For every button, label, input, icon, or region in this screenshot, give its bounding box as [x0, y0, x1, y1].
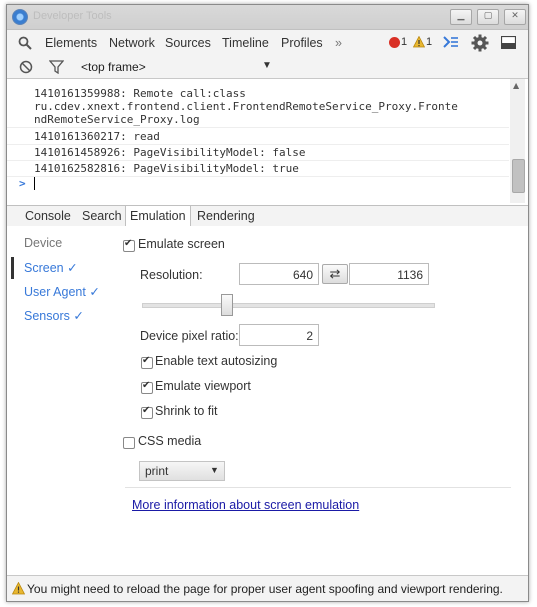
sidebar-item-sensors[interactable]: Sensors ✓	[24, 308, 84, 323]
device-pixel-ratio-input[interactable]: 2	[239, 324, 319, 346]
sidebar-item-screen[interactable]: Screen ✓	[24, 260, 78, 275]
tab-elements[interactable]: Elements	[45, 36, 97, 50]
console-input[interactable]	[34, 177, 35, 190]
resolution-slider-track[interactable]	[142, 303, 435, 308]
tab-timeline[interactable]: Timeline	[222, 36, 269, 50]
frame-selector[interactable]: <top frame>	[81, 60, 146, 74]
css-media-checkbox[interactable]	[123, 437, 135, 449]
resolution-label: Resolution:	[140, 268, 203, 282]
divider	[7, 160, 509, 161]
gear-icon[interactable]	[471, 34, 489, 52]
search-icon[interactable]	[18, 36, 32, 50]
emulate-screen-label: Emulate screen	[138, 237, 225, 251]
console-message: 1410162582816: PageVisibilityModel: true	[34, 162, 299, 175]
sidebar-selection-marker	[11, 257, 14, 279]
drawer-tab-emulation[interactable]: Emulation	[125, 206, 191, 226]
drawer-tabs: Console Search Emulation Rendering	[7, 205, 528, 227]
error-icon	[389, 37, 400, 48]
warning-icon	[413, 36, 425, 48]
status-message: You might need to reload the page for pr…	[27, 582, 503, 596]
console-output: 1410161359988: Remote call:class ru.cdev…	[7, 79, 528, 204]
console-prompt-icon: >	[19, 177, 26, 190]
sidebar-item-device[interactable]: Device	[24, 236, 62, 250]
css-media-select[interactable]: print ▼	[139, 461, 225, 481]
close-button[interactable]: ✕	[504, 9, 526, 25]
resolution-height-input[interactable]: 1136	[349, 263, 429, 285]
maximize-button[interactable]: ▢	[477, 9, 499, 25]
css-media-label: CSS media	[138, 434, 202, 448]
main-toolbar: Elements Network Sources Timeline Profil…	[7, 30, 528, 57]
console-message: 1410161359988: Remote call:class	[34, 87, 246, 100]
status-bar: You might need to reload the page for pr…	[7, 575, 528, 601]
emulate-viewport-label: Emulate viewport	[155, 379, 251, 393]
scrollbar-thumb[interactable]	[512, 159, 525, 193]
drawer-tab-rendering[interactable]: Rendering	[197, 206, 255, 226]
divider	[7, 176, 509, 177]
css-media-selected: print	[145, 464, 169, 478]
warning-count[interactable]: 1	[426, 36, 432, 48]
sidebar-item-user-agent[interactable]: User Agent ✓	[24, 284, 100, 299]
chevron-down-icon[interactable]: ▼	[262, 60, 272, 71]
maximize-icon: ▢	[483, 11, 493, 21]
minimize-icon: ▁	[457, 11, 465, 21]
console-message: ru.cdev.xnext.frontend.client.FrontendRe…	[34, 100, 458, 113]
text-autosizing-checkbox[interactable]	[141, 355, 153, 369]
console-message: ndRemoteService_Proxy.log	[34, 113, 200, 126]
tab-network[interactable]: Network	[109, 36, 155, 50]
chrome-icon	[12, 9, 28, 25]
emulation-panel: Device Screen ✓ User Agent ✓ Sensors ✓ E…	[7, 226, 528, 574]
devtools-window: Developer Tools ▁ ▢ ✕ Elements Network S…	[6, 4, 529, 602]
emulate-viewport-checkbox[interactable]	[141, 380, 153, 394]
drawer-tab-search[interactable]: Search	[82, 206, 122, 226]
drawer-tab-console[interactable]: Console	[25, 206, 71, 226]
tab-sources[interactable]: Sources	[165, 36, 211, 50]
console-message: 1410161360217: read	[34, 130, 160, 143]
text-autosizing-label: Enable text autosizing	[155, 354, 278, 368]
console-drawer-icon[interactable]	[443, 35, 459, 50]
console-scrollbar[interactable]: ▲	[510, 79, 525, 203]
console-context-bar: <top frame> ▼	[7, 56, 528, 79]
title-bar: Developer Tools ▁ ▢ ✕	[7, 5, 528, 30]
resolution-width-input[interactable]: 640	[239, 263, 319, 285]
device-pixel-ratio-label: Device pixel ratio:	[140, 329, 239, 343]
emulate-screen-checkbox[interactable]	[123, 238, 135, 252]
divider	[7, 144, 509, 145]
clear-console-icon[interactable]	[19, 60, 33, 74]
divider	[125, 487, 511, 488]
shrink-to-fit-label: Shrink to fit	[155, 404, 218, 418]
shrink-to-fit-checkbox[interactable]	[141, 405, 153, 419]
minimize-button[interactable]: ▁	[450, 9, 472, 25]
close-icon: ✕	[511, 11, 519, 21]
error-count[interactable]: 1	[401, 36, 407, 48]
resolution-slider-thumb[interactable]	[221, 294, 233, 316]
dock-icon[interactable]	[501, 36, 516, 49]
chevron-down-icon: ▼	[210, 465, 219, 475]
filter-icon[interactable]	[49, 60, 64, 74]
more-tabs-button[interactable]: »	[335, 36, 342, 50]
more-info-link[interactable]: More information about screen emulation	[132, 498, 359, 512]
warning-icon	[12, 582, 25, 595]
divider	[7, 127, 509, 128]
tab-profiles[interactable]: Profiles	[281, 36, 323, 50]
scroll-up-icon[interactable]: ▲	[513, 81, 519, 90]
window-title: Developer Tools	[33, 10, 112, 22]
swap-dimensions-button[interactable]: ⇄	[322, 264, 348, 284]
console-message: 1410161458926: PageVisibilityModel: fals…	[34, 146, 306, 159]
